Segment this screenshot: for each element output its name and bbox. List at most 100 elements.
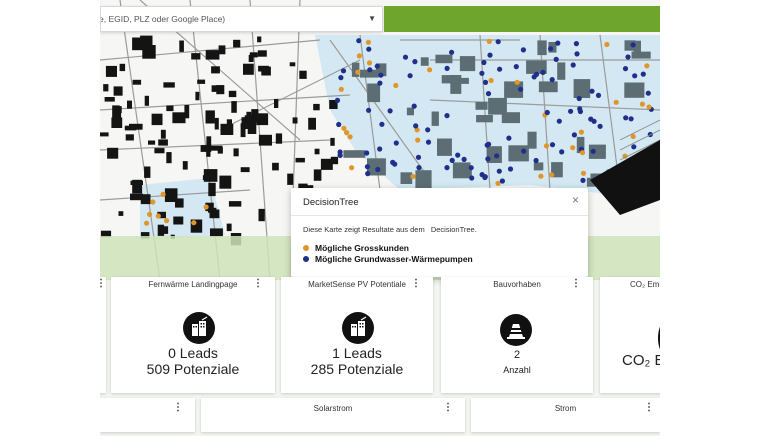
- waermepumpe-marker[interactable]: [571, 132, 577, 138]
- waermepumpe-marker[interactable]: [468, 165, 474, 171]
- waermepumpe-marker[interactable]: [590, 148, 596, 154]
- grosskunde-marker[interactable]: [427, 67, 433, 73]
- waermepumpe-marker[interactable]: [494, 153, 500, 159]
- waermepumpe-marker[interactable]: [645, 90, 651, 96]
- waermepumpe-marker[interactable]: [549, 142, 556, 148]
- waermepumpe-marker[interactable]: [640, 71, 646, 77]
- grosskunde-marker[interactable]: [160, 191, 166, 197]
- grosskunde-marker[interactable]: [613, 99, 619, 105]
- grosskunde-marker[interactable]: [580, 170, 587, 176]
- waermepumpe-marker[interactable]: [337, 152, 343, 158]
- waermepumpe-marker[interactable]: [544, 109, 550, 116]
- grosskunde-marker[interactable]: [495, 180, 501, 186]
- waermepumpe-marker[interactable]: [576, 95, 582, 102]
- waermepumpe-marker[interactable]: [553, 56, 559, 63]
- kebab-menu-icon[interactable]: ⋮: [173, 403, 183, 413]
- grosskunde-marker[interactable]: [355, 69, 361, 75]
- waermepumpe-marker[interactable]: [625, 54, 631, 60]
- waermepumpe-marker[interactable]: [573, 41, 579, 47]
- waermepumpe-marker[interactable]: [379, 121, 385, 127]
- waermepumpe-marker[interactable]: [628, 116, 634, 122]
- grosskunde-marker[interactable]: [147, 211, 153, 217]
- waermepumpe-marker[interactable]: [407, 73, 413, 79]
- grosskunde-marker[interactable]: [344, 130, 350, 136]
- grosskunde-marker[interactable]: [341, 125, 347, 131]
- waermepumpe-marker[interactable]: [482, 79, 489, 85]
- grosskunde-marker[interactable]: [356, 53, 362, 59]
- grosskunde-marker[interactable]: [366, 60, 373, 66]
- waermepumpe-marker[interactable]: [340, 68, 347, 74]
- waermepumpe-marker[interactable]: [588, 116, 594, 122]
- waermepumpe-marker[interactable]: [533, 157, 539, 164]
- waermepumpe-marker[interactable]: [444, 65, 450, 71]
- kebab-menu-icon[interactable]: ⋮: [443, 403, 453, 413]
- waermepumpe-marker[interactable]: [336, 121, 342, 128]
- waermepumpe-marker[interactable]: [568, 108, 574, 114]
- waermepumpe-marker[interactable]: [623, 115, 629, 121]
- waermepumpe-marker[interactable]: [415, 154, 422, 160]
- waermepumpe-marker[interactable]: [570, 62, 576, 68]
- waermepumpe-marker[interactable]: [367, 67, 373, 73]
- grosskunde-marker[interactable]: [164, 218, 170, 224]
- waermepumpe-marker[interactable]: [366, 46, 372, 52]
- grosskunde-marker[interactable]: [579, 150, 586, 156]
- chevron-down-icon[interactable]: ▼: [368, 7, 376, 31]
- grosskunde-marker[interactable]: [646, 104, 652, 110]
- waermepumpe-marker[interactable]: [520, 47, 526, 53]
- grosskunde-marker[interactable]: [644, 63, 650, 69]
- waermepumpe-marker[interactable]: [455, 152, 461, 158]
- waermepumpe-marker[interactable]: [548, 46, 554, 52]
- waermepumpe-marker[interactable]: [574, 51, 580, 57]
- grosskunde-marker[interactable]: [393, 82, 399, 89]
- grosskunde-marker[interactable]: [144, 220, 150, 226]
- waermepumpe-marker[interactable]: [521, 148, 527, 154]
- kebab-menu-icon[interactable]: ⋮: [571, 279, 581, 289]
- grosskunde-marker[interactable]: [155, 213, 161, 219]
- waermepumpe-marker[interactable]: [589, 88, 595, 94]
- waermepumpe-marker[interactable]: [632, 73, 638, 79]
- kebab-menu-icon[interactable]: ⋮: [100, 279, 106, 289]
- waermepumpe-marker[interactable]: [485, 156, 491, 162]
- waermepumpe-marker[interactable]: [486, 141, 492, 147]
- waermepumpe-marker[interactable]: [425, 139, 432, 145]
- waermepumpe-marker[interactable]: [481, 59, 487, 66]
- waermepumpe-marker[interactable]: [507, 166, 514, 172]
- waermepumpe-marker[interactable]: [364, 164, 370, 170]
- waermepumpe-marker[interactable]: [449, 157, 455, 163]
- waermepumpe-marker[interactable]: [513, 64, 519, 70]
- waermepumpe-marker[interactable]: [364, 150, 370, 156]
- waermepumpe-marker[interactable]: [374, 63, 380, 69]
- grosskunde-marker[interactable]: [347, 134, 353, 140]
- grosskunde-marker[interactable]: [410, 173, 416, 180]
- grosskunde-marker[interactable]: [549, 172, 555, 178]
- waermepumpe-marker[interactable]: [495, 39, 501, 45]
- grosskunde-marker[interactable]: [150, 199, 156, 205]
- waermepumpe-marker[interactable]: [387, 108, 393, 114]
- waermepumpe-marker[interactable]: [356, 38, 362, 44]
- waermepumpe-marker[interactable]: [556, 118, 562, 124]
- waermepumpe-marker[interactable]: [580, 177, 586, 183]
- waermepumpe-marker[interactable]: [334, 97, 341, 103]
- waermepumpe-marker[interactable]: [540, 69, 546, 75]
- waermepumpe-marker[interactable]: [444, 165, 450, 171]
- grosskunde-marker[interactable]: [365, 39, 371, 45]
- grosskunde-marker[interactable]: [191, 220, 197, 226]
- waermepumpe-marker[interactable]: [449, 49, 455, 55]
- grosskunde-marker[interactable]: [349, 165, 355, 171]
- waermepumpe-marker[interactable]: [479, 70, 485, 76]
- waermepumpe-marker[interactable]: [555, 40, 561, 46]
- waermepumpe-marker[interactable]: [365, 171, 371, 177]
- grosskunde-marker[interactable]: [639, 101, 646, 107]
- waermepumpe-marker[interactable]: [497, 66, 503, 72]
- grosskunde-marker[interactable]: [415, 137, 421, 143]
- grosskunde-marker[interactable]: [604, 41, 610, 48]
- waermepumpe-marker[interactable]: [392, 161, 398, 167]
- waermepumpe-marker[interactable]: [630, 42, 636, 48]
- waermepumpe-marker[interactable]: [482, 174, 488, 181]
- waermepumpe-marker[interactable]: [487, 52, 493, 58]
- waermepumpe-marker[interactable]: [597, 123, 603, 129]
- waermepumpe-marker[interactable]: [378, 72, 384, 78]
- waermepumpe-marker[interactable]: [506, 135, 512, 141]
- grosskunde-marker[interactable]: [486, 38, 492, 45]
- kebab-menu-icon[interactable]: ⋮: [411, 279, 421, 289]
